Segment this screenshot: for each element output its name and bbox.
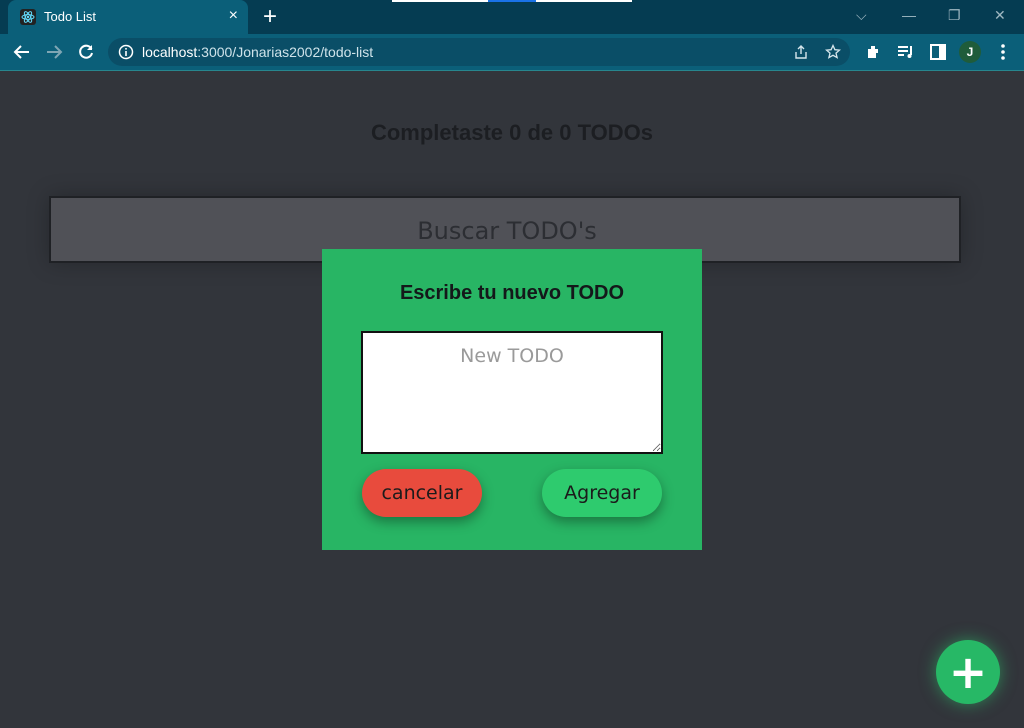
url-host: localhost xyxy=(142,44,198,60)
cancel-button[interactable]: cancelar xyxy=(362,469,482,517)
star-icon[interactable] xyxy=(824,43,842,60)
todo-counter-title: Completaste 0 de 0 TODOs xyxy=(370,120,653,145)
window-close-icon[interactable]: ✕ xyxy=(994,6,1006,24)
media-icon[interactable] xyxy=(896,42,916,62)
new-tab-button[interactable]: + xyxy=(258,3,282,31)
profile-avatar[interactable]: J xyxy=(959,41,981,63)
top-edge-mark xyxy=(536,0,632,2)
url-text: localhost:3000/Jonarias2002/todo-list xyxy=(142,44,373,60)
minimize-icon[interactable]: — xyxy=(902,6,916,24)
reload-icon[interactable] xyxy=(74,40,98,64)
menu-dots-icon[interactable] xyxy=(993,42,1013,62)
new-todo-modal: Escribe tu nuevo TODO cancelar Agregar xyxy=(322,249,702,550)
browser-tab-strip: Todo List × + ⌵ — ❐ ✕ xyxy=(0,0,1024,34)
extensions-icon[interactable] xyxy=(864,42,884,62)
share-icon[interactable] xyxy=(793,44,809,60)
modal-title: Escribe tu nuevo TODO xyxy=(399,282,625,304)
browser-tab[interactable]: Todo List × xyxy=(8,0,248,34)
page-content: Completaste 0 de 0 TODOs Escribe tu nuev… xyxy=(0,71,1024,728)
create-todo-button[interactable]: + xyxy=(936,640,1000,704)
top-edge-mark xyxy=(392,0,488,2)
url-path: :3000/Jonarias2002/todo-list xyxy=(197,44,374,60)
browser-toolbar: localhost:3000/Jonarias2002/todo-list J xyxy=(0,34,1024,71)
restore-icon[interactable]: ❐ xyxy=(948,6,961,24)
react-favicon-icon xyxy=(20,9,36,25)
tab-close-icon[interactable]: × xyxy=(229,7,238,25)
back-arrow-icon[interactable] xyxy=(10,40,34,64)
new-todo-textarea[interactable] xyxy=(361,331,663,454)
forward-arrow-icon[interactable] xyxy=(42,40,66,64)
add-todo-button[interactable]: Agregar xyxy=(542,469,662,517)
tab-search-icon[interactable]: ⌵ xyxy=(856,6,867,24)
sidebar-icon[interactable] xyxy=(928,42,948,62)
top-edge-mark xyxy=(488,0,536,2)
info-icon[interactable] xyxy=(118,44,134,60)
tab-title: Todo List xyxy=(44,9,97,24)
address-bar[interactable]: localhost:3000/Jonarias2002/todo-list xyxy=(108,38,850,66)
